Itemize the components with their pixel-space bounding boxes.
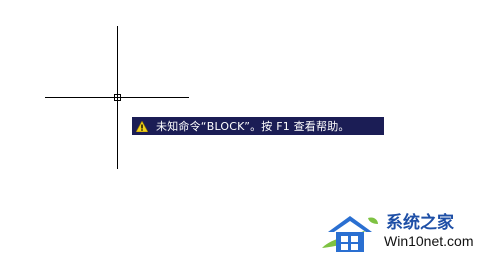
- warning-icon: [136, 120, 148, 132]
- watermark-subtitle: Win10net.com: [384, 233, 474, 249]
- tooltip-message: 未知命令“BLOCK”。按 F1 查看帮助。: [156, 120, 350, 133]
- watermark-logo: 系统之家 Win10net.com: [320, 204, 486, 258]
- watermark-title: 系统之家: [386, 213, 454, 233]
- unknown-command-tooltip: 未知命令“BLOCK”。按 F1 查看帮助。: [132, 117, 384, 135]
- cad-drawing-area[interactable]: 未知命令“BLOCK”。按 F1 查看帮助。 系统之家 Win10net.com: [0, 0, 489, 260]
- house-logo-icon: [322, 216, 378, 252]
- cursor-pickbox: [114, 94, 121, 101]
